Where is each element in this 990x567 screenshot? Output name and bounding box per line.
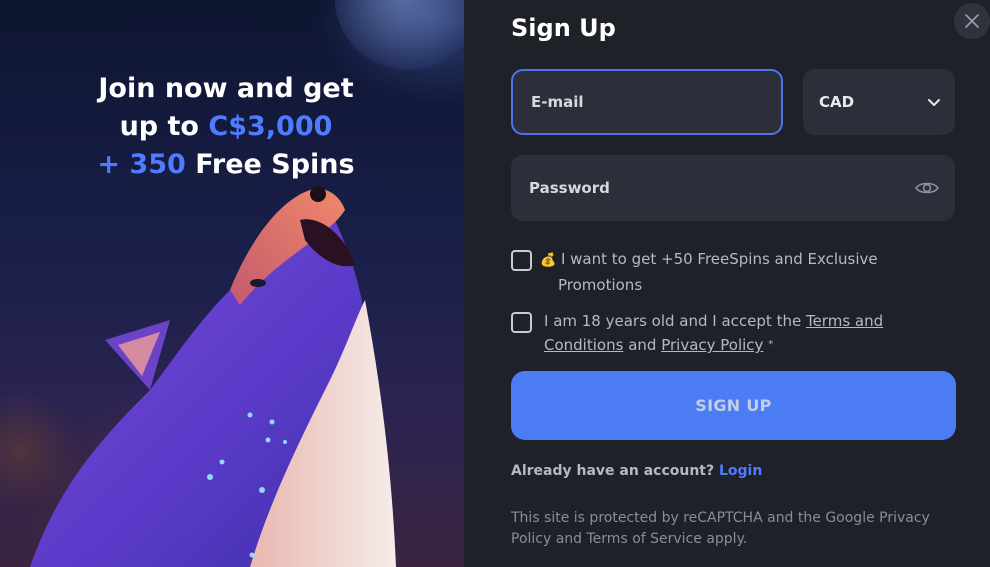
howling-wolf-illustration — [30, 186, 396, 567]
headline-up-to: up to — [119, 111, 199, 142]
recaptcha-notice: This site is protected by reCAPTCHA and … — [511, 510, 930, 547]
login-prompt-line: Already have an account? Login — [511, 463, 762, 479]
promo-optin-checkbox[interactable] — [511, 250, 532, 271]
terms-row: I am 18 years old and I accept the Terms… — [511, 312, 955, 357]
terms-label: I am 18 years old and I accept the Terms… — [544, 309, 904, 357]
required-mark: * — [768, 339, 774, 350]
close-icon — [965, 14, 979, 28]
sign-up-button[interactable]: SIGN UP — [511, 371, 956, 440]
promo-headline: Join now and get up to C$3,000 + 350 Fre… — [0, 70, 452, 184]
promo-optin-text: I want to get +50 FreeSpins and Exclusiv… — [560, 250, 878, 268]
headline-line2: up to C$3,000 — [0, 108, 452, 146]
privacy-policy-link[interactable]: Privacy Policy — [661, 336, 763, 354]
password-input[interactable] — [529, 179, 915, 197]
chevron-down-icon — [928, 99, 940, 106]
moon-decoration — [335, 0, 464, 70]
email-field-wrapper — [511, 69, 783, 135]
terms-prefix: I am 18 years old and I accept the — [544, 312, 802, 330]
promo-optin-label: 💰 I want to get +50 FreeSpins and Exclus… — [540, 247, 885, 297]
login-prompt: Already have an account? — [511, 463, 715, 479]
headline-free-spins: Free Spins — [195, 149, 355, 180]
login-link[interactable]: Login — [719, 463, 762, 479]
currency-select[interactable]: CAD — [803, 69, 955, 135]
email-input[interactable] — [531, 93, 781, 111]
headline-amount: C$3,000 — [208, 111, 333, 142]
close-button[interactable] — [954, 3, 990, 39]
headline-line1: Join now and get — [98, 73, 354, 104]
headline-spins-count: + 350 — [97, 149, 186, 180]
promo-optin-text-line2: Promotions — [558, 276, 643, 294]
terms-checkbox[interactable] — [511, 312, 532, 333]
eye-icon[interactable] — [915, 180, 939, 196]
password-field-wrapper — [511, 155, 955, 221]
promo-panel: Join now and get up to C$3,000 + 350 Fre… — [0, 0, 464, 567]
money-bag-icon: 💰 — [540, 253, 557, 268]
terms-and: and — [628, 336, 657, 354]
headline-line3: + 350 Free Spins — [0, 146, 452, 184]
promo-optin-row: 💰 I want to get +50 FreeSpins and Exclus… — [511, 250, 955, 297]
page-title: Sign Up — [511, 14, 616, 42]
currency-value: CAD — [819, 93, 855, 111]
